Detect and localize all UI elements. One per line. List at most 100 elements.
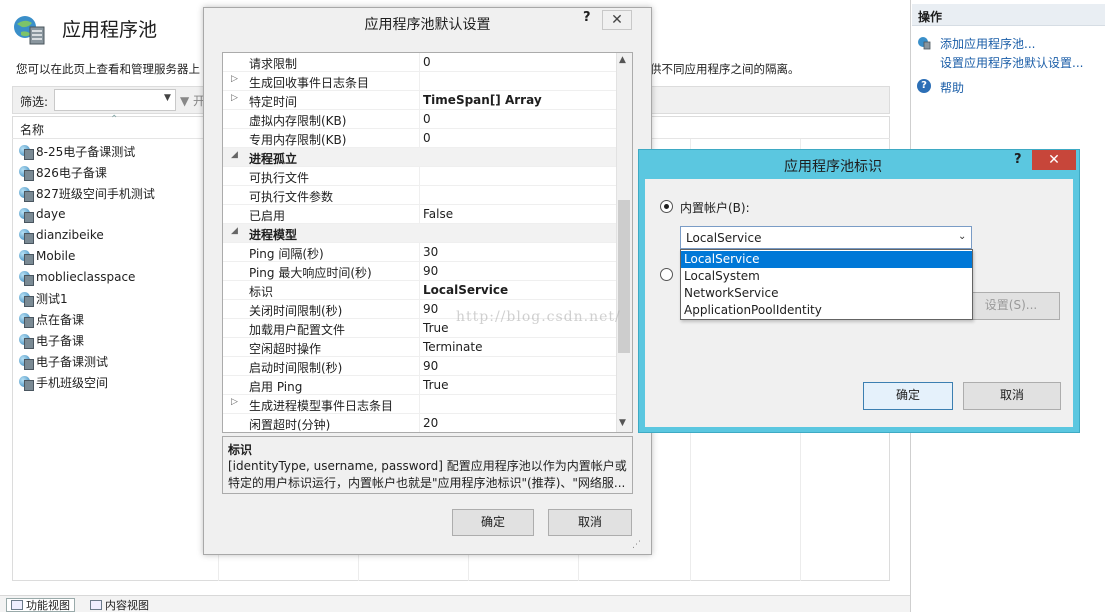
property-row[interactable]: 启用 Ping True bbox=[223, 376, 617, 395]
ok-button[interactable]: 确定 bbox=[452, 509, 534, 536]
property-value[interactable]: 90 bbox=[423, 359, 438, 373]
custom-account-radio[interactable] bbox=[660, 268, 673, 281]
chevron-down-icon[interactable]: ▼ bbox=[164, 93, 171, 103]
list-item[interactable]: 测试1 bbox=[18, 288, 68, 308]
property-row[interactable]: ▷ 特定时间 TimeSpan[] Array bbox=[223, 91, 617, 110]
help-button[interactable]: ? bbox=[1014, 152, 1022, 167]
property-row[interactable]: Ping 间隔(秒) 30 bbox=[223, 243, 617, 262]
property-row[interactable]: Ping 最大响应时间(秒) 90 bbox=[223, 262, 617, 281]
scrollbar-thumb[interactable] bbox=[618, 200, 630, 353]
property-value[interactable]: True bbox=[423, 378, 449, 392]
expander-icon[interactable]: ◢ bbox=[231, 226, 238, 236]
property-name: 关闭时间限制(秒) bbox=[249, 304, 343, 318]
app-pool-icon bbox=[18, 228, 34, 244]
property-row[interactable]: 可执行文件参数 bbox=[223, 186, 617, 205]
cancel-button[interactable]: 取消 bbox=[548, 509, 632, 536]
list-item[interactable]: 电子备课 bbox=[18, 330, 84, 350]
property-row[interactable]: 可执行文件 bbox=[223, 167, 617, 186]
column-divider bbox=[419, 300, 420, 319]
dropdown-option[interactable]: LocalService bbox=[681, 251, 972, 268]
help-link[interactable]: 帮助 bbox=[940, 79, 964, 96]
set-pool-defaults-link[interactable]: 设置应用程序池默认设置... bbox=[940, 54, 1083, 71]
property-value[interactable]: 90 bbox=[423, 302, 438, 316]
property-value[interactable]: 30 bbox=[423, 245, 438, 259]
list-item[interactable]: dianzibeike bbox=[18, 225, 104, 245]
column-divider bbox=[419, 319, 420, 338]
list-item[interactable]: Mobile bbox=[18, 246, 75, 266]
page-title: 应用程序池 bbox=[62, 19, 158, 41]
column-divider bbox=[419, 281, 420, 300]
list-item[interactable]: 826电子备课 bbox=[18, 162, 107, 182]
property-value[interactable]: False bbox=[423, 207, 453, 221]
list-item[interactable]: moblieclasspace bbox=[18, 267, 135, 287]
property-value[interactable]: 0 bbox=[423, 112, 431, 126]
list-item[interactable]: 827班级空间手机测试 bbox=[18, 183, 155, 203]
column-divider bbox=[419, 53, 420, 72]
property-value[interactable]: 0 bbox=[423, 55, 431, 69]
help-button[interactable]: ? bbox=[583, 10, 591, 25]
property-row[interactable]: 已启用 False bbox=[223, 205, 617, 224]
dialog-title: 应用程序池标识 bbox=[784, 159, 882, 175]
expander-icon[interactable]: ▷ bbox=[231, 74, 238, 84]
filter-label: 筛选: bbox=[20, 95, 49, 109]
resize-grip-icon[interactable]: ⋰ bbox=[632, 540, 641, 550]
column-divider bbox=[419, 357, 420, 376]
tab-content-view[interactable]: 内容视图 bbox=[86, 598, 153, 612]
property-value[interactable]: 20 bbox=[423, 416, 438, 430]
chevron-down-icon[interactable]: ⌄ bbox=[958, 231, 966, 242]
add-app-pool-icon bbox=[918, 37, 931, 50]
property-category[interactable]: ◢ 进程模型 bbox=[223, 224, 617, 243]
property-value[interactable]: LocalService bbox=[423, 283, 508, 297]
list-item[interactable]: 点在备课 bbox=[18, 309, 84, 329]
property-name: 加载用户配置文件 bbox=[249, 323, 346, 337]
ok-button[interactable]: 确定 bbox=[863, 382, 953, 410]
filter-input[interactable] bbox=[54, 89, 176, 111]
property-name: 启动时间限制(秒) bbox=[249, 361, 343, 375]
list-item[interactable]: 手机班级空间 bbox=[18, 372, 108, 392]
property-row[interactable]: 虚拟内存限制(KB) 0 bbox=[223, 110, 617, 129]
property-row[interactable]: 请求限制 0 bbox=[223, 53, 617, 72]
scroll-down-icon[interactable]: ▼ bbox=[619, 418, 626, 428]
dropdown-option[interactable]: LocalSystem bbox=[681, 268, 972, 285]
property-value[interactable]: 90 bbox=[423, 264, 438, 278]
property-value[interactable]: True bbox=[423, 321, 449, 335]
list-item[interactable]: 电子备课测试 bbox=[18, 351, 108, 371]
expander-icon[interactable]: ▷ bbox=[231, 93, 238, 103]
property-name: 请求限制 bbox=[249, 57, 298, 71]
scroll-up-icon[interactable]: ▲ bbox=[619, 55, 626, 65]
add-app-pool-link[interactable]: 添加应用程序池... bbox=[940, 35, 1035, 52]
list-item[interactable]: daye bbox=[18, 204, 65, 224]
column-divider bbox=[419, 376, 420, 395]
property-row[interactable]: 空闲超时操作 Terminate bbox=[223, 338, 617, 357]
column-divider bbox=[419, 395, 420, 414]
tab-features-view[interactable]: 功能视图 bbox=[6, 598, 75, 612]
property-name: Ping 间隔(秒) bbox=[249, 247, 324, 261]
close-icon[interactable]: ✕ bbox=[1032, 150, 1076, 170]
filter-go-button[interactable]: ▼ 开 bbox=[180, 92, 205, 109]
property-row[interactable]: 专用内存限制(KB) 0 bbox=[223, 129, 617, 148]
property-row[interactable]: 标识 LocalService bbox=[223, 281, 617, 300]
app-pool-icon bbox=[18, 249, 34, 265]
cancel-button[interactable]: 取消 bbox=[963, 382, 1061, 410]
close-icon[interactable]: ✕ bbox=[602, 10, 632, 30]
expander-icon[interactable]: ◢ bbox=[231, 150, 238, 160]
property-row[interactable]: 闲置超时(分钟) 20 bbox=[223, 414, 617, 432]
builtin-account-radio[interactable] bbox=[660, 200, 673, 213]
app-pool-icon bbox=[18, 144, 34, 160]
expander-icon[interactable]: ▷ bbox=[231, 397, 238, 407]
dropdown-option[interactable]: NetworkService bbox=[681, 285, 972, 302]
dropdown-option[interactable]: ApplicationPoolIdentity bbox=[681, 302, 972, 319]
property-value[interactable]: TimeSpan[] Array bbox=[423, 93, 542, 107]
property-value[interactable]: 0 bbox=[423, 131, 431, 145]
features-view-icon bbox=[11, 600, 23, 610]
property-row[interactable]: ▷ 生成进程模型事件日志条目 bbox=[223, 395, 617, 414]
column-header-name[interactable]: 名称 bbox=[20, 121, 44, 138]
actions-title: 操作 bbox=[918, 10, 943, 24]
property-value[interactable]: Terminate bbox=[423, 340, 482, 354]
list-item[interactable]: 8-25电子备课测试 bbox=[18, 141, 135, 161]
property-row[interactable]: ▷ 生成回收事件日志条目 bbox=[223, 72, 617, 91]
property-row[interactable]: 启动时间限制(秒) 90 bbox=[223, 357, 617, 376]
property-category[interactable]: ◢ 进程孤立 bbox=[223, 148, 617, 167]
settings-button[interactable]: 设置(S)... bbox=[962, 292, 1060, 320]
app-pool-icon bbox=[18, 207, 34, 223]
